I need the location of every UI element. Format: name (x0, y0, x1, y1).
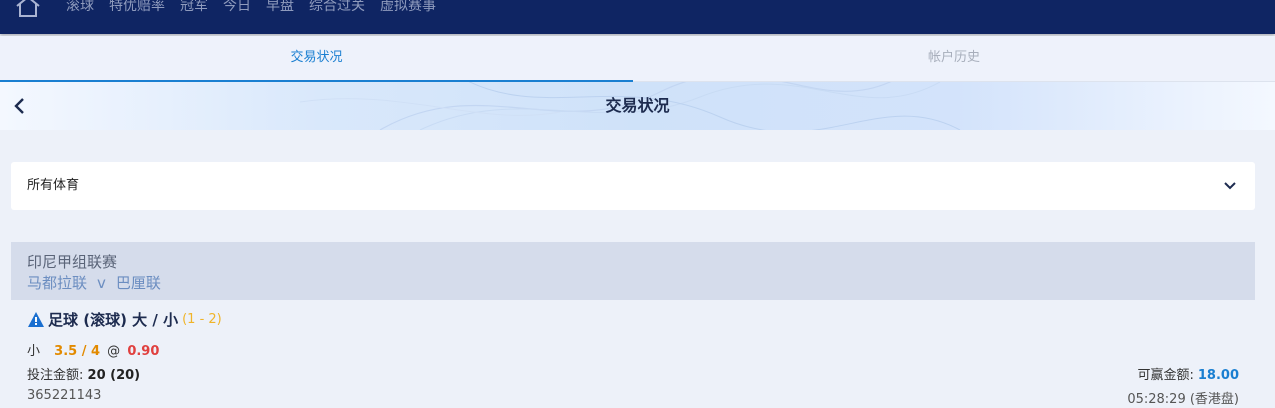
odds-value: 0.90 (127, 344, 160, 359)
nav-item-virtual[interactable]: 虚拟赛事 (380, 0, 436, 16)
away-team: 巴厘联 (115, 274, 161, 292)
selection-label: 小 (27, 344, 41, 359)
sport-filter-value: 所有体育 (27, 178, 80, 193)
chevron-down-icon (1224, 182, 1236, 190)
bet-card: 足球 (滚球) 大 / 小 (1 - 2) 小 3.5 / 4 @ 0.90 投… (11, 300, 1255, 408)
stake-line: 投注金额: 20 (20) (27, 364, 140, 383)
potential-win-label: 可赢金额: (1137, 368, 1194, 383)
sport-filter-dropdown[interactable]: 所有体育 (11, 162, 1255, 210)
stake-value: 20 (20) (87, 368, 141, 383)
page-title: 交易状况 (605, 96, 670, 115)
tab-transaction-status[interactable]: 交易状况 (0, 36, 633, 82)
handicap-value: 3.5 / 4 (54, 344, 101, 359)
nav-item-early[interactable]: 早盘 (266, 0, 294, 16)
bet-market-label: 足球 (滚球) 大 / 小 (48, 311, 179, 329)
bet-id: 365221143 (27, 388, 102, 403)
nav-menu: 滚球 特优赔率 冠军 今日 早盘 综合过关 虚拟赛事 (66, 0, 451, 16)
at-symbol: @ (107, 344, 121, 359)
home-icon[interactable] (14, 0, 42, 20)
page-header-banner: 交易状况 (0, 82, 1275, 130)
league-name: 印尼甲组联赛 (27, 253, 118, 271)
nav-item-parlay[interactable]: 综合过关 (309, 0, 365, 16)
tab-account-history[interactable]: 帐户历史 (633, 36, 1275, 82)
stake-label: 投注金额: (27, 368, 84, 383)
match-teams: 马都拉联 v 巴厘联 (27, 273, 171, 293)
tab-bar: 交易状况 帐户历史 (0, 36, 1275, 82)
warning-icon (28, 312, 44, 327)
bet-selection-line: 小 3.5 / 4 @ 0.90 (27, 340, 159, 359)
league-header: 印尼甲组联赛 马都拉联 v 巴厘联 (11, 242, 1255, 300)
nav-item-today[interactable]: 今日 (223, 0, 251, 16)
versus-label: v (97, 274, 106, 292)
match-score: (1 - 2) (182, 312, 222, 327)
potential-win-line: 可赢金额: 18.00 (1137, 364, 1239, 383)
nav-item-outright[interactable]: 冠军 (180, 0, 208, 16)
potential-win-value: 18.00 (1197, 368, 1239, 383)
nav-item-live[interactable]: 滚球 (66, 0, 94, 16)
bet-time: 05:28:29 (香港盘) (1127, 392, 1239, 407)
top-navigation-bar: 滚球 特优赔率 冠军 今日 早盘 综合过关 虚拟赛事 (0, 0, 1275, 34)
bet-market-title: 足球 (滚球) 大 / 小 (1 - 2) (27, 309, 222, 330)
home-team: 马都拉联 (27, 274, 88, 292)
nav-item-special-odds[interactable]: 特优赔率 (109, 0, 165, 16)
